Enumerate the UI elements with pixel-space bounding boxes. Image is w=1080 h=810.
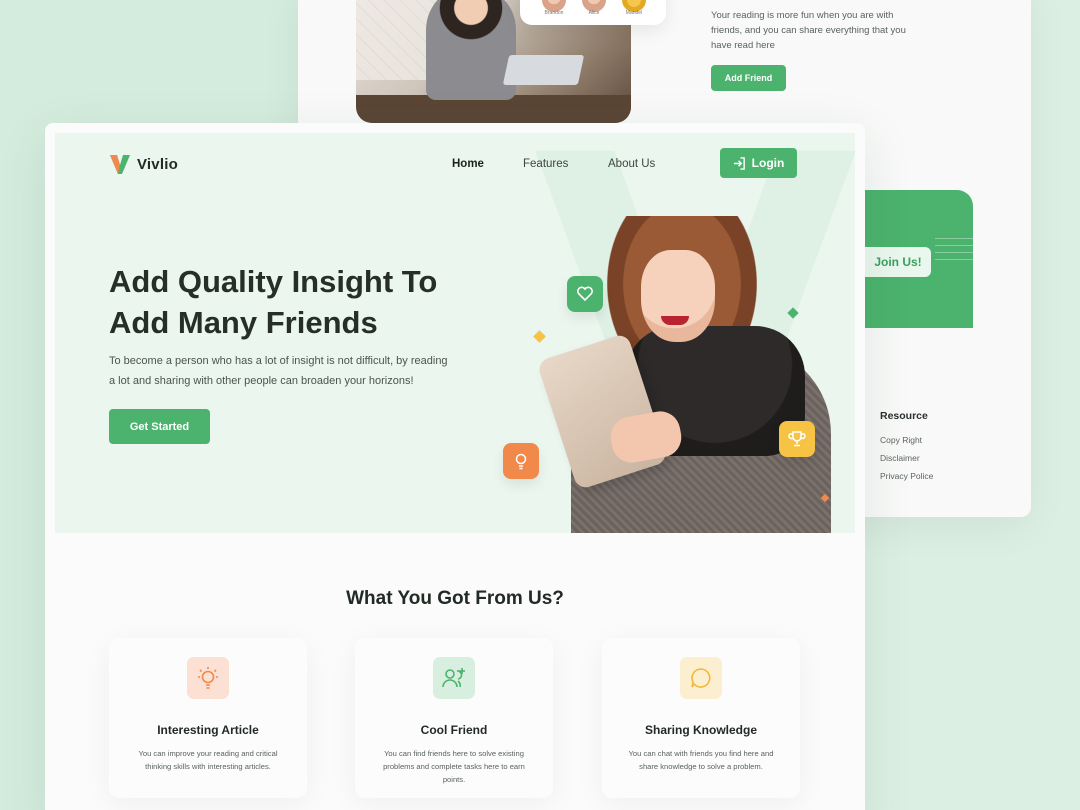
join-banner: Join Us! (865, 190, 973, 328)
friend-name: Brandon (544, 10, 564, 16)
nav-home[interactable]: Home (452, 158, 484, 170)
hero-subtitle: To become a person who has a lot of insi… (109, 355, 448, 387)
landing-page: V Vivlio Home Features About Us Login Ad… (45, 123, 865, 810)
friends-card: Brandon Alice Mandel (520, 0, 666, 25)
feature-card-interesting-article: Interesting Article You can improve your… (109, 638, 307, 798)
login-label: Login (751, 156, 785, 170)
friends-description: Your reading is more fun when you are wi… (711, 10, 906, 51)
hero-title-line-2: Add Many Friends (109, 305, 378, 340)
logo[interactable]: Vivlio (109, 152, 178, 176)
feature-card-cool-friend: Cool Friend You can find friends here to… (355, 638, 553, 798)
brand-name: Vivlio (137, 155, 178, 173)
friend-name: Mandel (625, 10, 643, 16)
nav-features[interactable]: Features (523, 158, 568, 170)
feature-title: Cool Friend (420, 723, 488, 737)
add-friend-button[interactable]: Add Friend (711, 65, 786, 91)
feature-title: Sharing Knowledge (644, 723, 757, 737)
friend-name: Alice (588, 10, 600, 16)
footer-link-disclaimer[interactable]: Disclaimer (880, 453, 920, 463)
heart-icon (567, 276, 603, 312)
hero-section: V Vivlio Home Features About Us Login Ad… (55, 133, 855, 533)
footer-resource-title: Resource (880, 410, 928, 422)
login-button[interactable]: Login (720, 148, 797, 178)
feature-description: You can chat with friends you find here … (628, 749, 774, 771)
footer-link-privacy[interactable]: Privacy Police (880, 471, 933, 481)
feature-description: You can find friends here to solve exist… (383, 749, 525, 784)
chat-bubble-icon (680, 657, 722, 699)
add-friends-icon (433, 657, 475, 699)
hero-woman-image (533, 216, 833, 533)
get-started-button[interactable]: Get Started (109, 409, 210, 444)
login-icon (733, 156, 745, 170)
lightbulb-icon (503, 443, 539, 479)
trophy-icon (779, 421, 815, 457)
feature-card-sharing-knowledge: Sharing Knowledge You can chat with frie… (602, 638, 800, 798)
hero-title-line-1: Add Quality Insight To (109, 264, 438, 299)
feature-title: Interesting Article (157, 723, 259, 737)
feature-description: You can improve your reading and critica… (138, 749, 278, 771)
join-us-button[interactable]: Join Us! (865, 247, 931, 277)
hero-title: Add Quality Insight To Add Many Friends (109, 261, 489, 343)
features-title: What You Got From Us? (346, 588, 564, 609)
footer-link-copyright[interactable]: Copy Right (880, 435, 922, 445)
lightbulb-icon (187, 657, 229, 699)
nav-about-us[interactable]: About Us (608, 158, 655, 170)
vivlio-logo-icon (110, 155, 130, 174)
